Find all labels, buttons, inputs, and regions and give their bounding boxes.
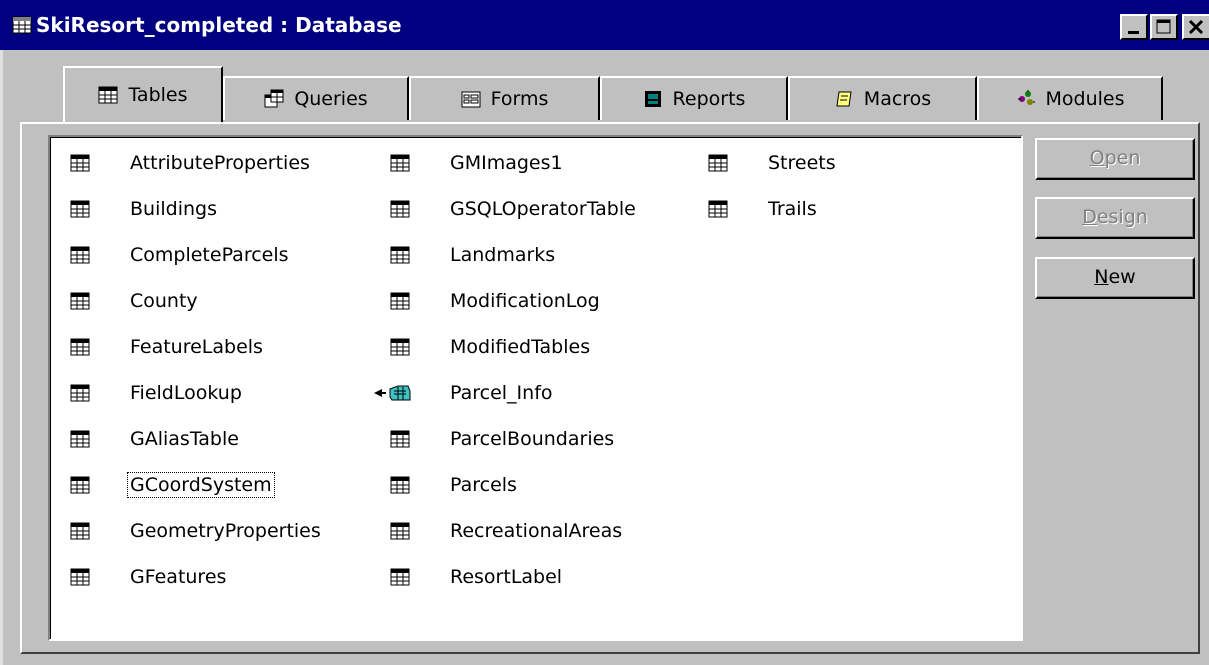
list-item-label: GAliasTable <box>130 428 239 450</box>
tab-label: Modules <box>1045 88 1125 110</box>
list-item-label: GCoordSystem <box>127 472 275 498</box>
design-button-label: Design <box>1082 206 1148 228</box>
table-icon <box>70 200 90 218</box>
table-icon <box>390 292 410 310</box>
table-icon <box>708 200 728 218</box>
module-icon <box>1017 90 1035 105</box>
list-item-label: GMImages1 <box>450 152 563 174</box>
list-item-label: AttributeProperties <box>130 152 310 174</box>
tab-macros[interactable]: Macros <box>788 76 977 120</box>
design-button[interactable]: Design <box>1035 197 1195 239</box>
table-icon <box>70 568 90 586</box>
close-icon <box>1188 19 1204 35</box>
maximize-button[interactable] <box>1150 14 1178 40</box>
list-item-label: ResortLabel <box>450 566 563 588</box>
list-item-label: County <box>130 290 198 312</box>
list-item-label: GSQLOperatorTable <box>450 198 636 220</box>
list-item-label: GFeatures <box>130 566 227 588</box>
macro-icon <box>836 91 852 107</box>
tab-forms[interactable]: Forms <box>409 76 600 120</box>
table-icon <box>70 292 90 310</box>
maximize-icon <box>1156 19 1171 34</box>
linked-table-icon <box>374 385 411 401</box>
title-bar[interactable]: SkiResort_completed : Database <box>0 0 1209 50</box>
database-window-icon <box>12 16 32 34</box>
list-item-label: Landmarks <box>450 244 556 266</box>
table-icon <box>390 154 410 172</box>
tab-label: Tables <box>128 84 188 106</box>
table-icon <box>70 246 90 264</box>
tab-label: Macros <box>863 88 932 110</box>
table-icon <box>70 338 90 356</box>
report-icon <box>644 91 661 107</box>
list-item-label: ParcelBoundaries <box>450 428 615 450</box>
open-button[interactable]: Open <box>1035 138 1195 180</box>
list-item-label: Trails <box>768 198 817 220</box>
list-item-label: FieldLookup <box>130 382 242 404</box>
list-item-label: GeometryProperties <box>130 520 321 542</box>
table-icon <box>390 430 410 448</box>
form-icon <box>461 91 481 108</box>
table-icon <box>390 568 410 586</box>
list-item-label: Parcels <box>450 474 517 496</box>
list-item-label: RecreationalAreas <box>450 520 623 542</box>
tab-reports[interactable]: Reports <box>600 76 788 120</box>
table-icon <box>390 200 410 218</box>
table-icon <box>98 86 118 104</box>
list-item-label: ModifiedTables <box>450 336 591 358</box>
close-button[interactable] <box>1182 14 1209 40</box>
table-icon <box>390 338 410 356</box>
tab-label: Queries <box>294 88 368 110</box>
tab-queries[interactable]: Queries <box>223 76 409 120</box>
query-icon <box>264 89 284 108</box>
tab-tables[interactable]: Tables <box>63 66 223 122</box>
table-icon <box>390 476 410 494</box>
table-icon <box>390 246 410 264</box>
table-icon <box>70 430 90 448</box>
list-item-label: CompleteParcels <box>130 244 289 266</box>
tab-modules[interactable]: Modules <box>977 76 1163 120</box>
table-icon <box>70 522 90 540</box>
table-icon <box>390 522 410 540</box>
table-icon <box>708 154 728 172</box>
minimize-button[interactable] <box>1120 14 1148 40</box>
tab-label: Forms <box>490 88 549 110</box>
list-item-label: Streets <box>768 152 836 174</box>
open-button-label: Open <box>1089 147 1141 169</box>
table-icon <box>70 384 90 402</box>
table-icon <box>70 154 90 172</box>
tab-label: Reports <box>672 88 746 110</box>
minimize-icon <box>1128 31 1139 34</box>
list-item-label: Buildings <box>130 198 217 220</box>
object-list[interactable]: AttributeProperties Buildings CompletePa… <box>48 135 1023 641</box>
list-item-label: FeatureLabels <box>130 336 263 358</box>
list-item-label: ModificationLog <box>450 290 600 312</box>
list-item-label: Parcel_Info <box>450 382 553 404</box>
new-button[interactable]: New <box>1035 257 1195 299</box>
window-title: SkiResort_completed : Database <box>36 13 402 37</box>
new-button-label: New <box>1094 266 1136 288</box>
table-icon <box>70 476 90 494</box>
